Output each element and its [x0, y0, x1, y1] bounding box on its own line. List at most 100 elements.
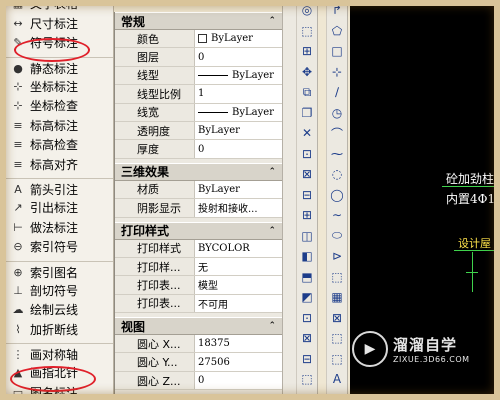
- toolbar-button-icon[interactable]: ⊠: [327, 308, 347, 329]
- tool-item[interactable]: ↔ 尺寸标注: [6, 14, 113, 34]
- toolbar-button-icon[interactable]: ⬚: [327, 267, 347, 288]
- toolbar-button-icon[interactable]: ◷: [327, 103, 347, 124]
- property-row[interactable]: 图层 0: [115, 48, 282, 67]
- property-row[interactable]: 打印样式 BYCOLOR: [115, 239, 282, 258]
- property-row[interactable]: 线型 ByLayer: [115, 66, 282, 86]
- toolbar-button-icon[interactable]: ⊞: [297, 205, 317, 226]
- toolbar-button-icon[interactable]: ◫: [297, 226, 317, 247]
- toolbar-button-icon[interactable]: ◎: [297, 0, 317, 21]
- tool-item[interactable]: A 箭头引注: [6, 178, 113, 198]
- toolbar-button-icon[interactable]: ◯: [327, 185, 347, 206]
- toolbar-button-icon[interactable]: ⬚: [327, 328, 347, 349]
- property-value[interactable]: 0: [195, 48, 282, 66]
- property-row[interactable]: 线宽 ByLayer: [115, 103, 282, 122]
- toolbar-button-icon[interactable]: ✕: [297, 123, 317, 144]
- toolbar-button-icon[interactable]: ✥: [297, 62, 317, 83]
- tool-item[interactable]: ⊥ 剖切符号: [6, 280, 113, 300]
- section-header-threed[interactable]: 三维效果 ⌃: [115, 162, 282, 181]
- toolbar-button-icon[interactable]: ↱: [327, 0, 347, 21]
- toolbar-button-icon[interactable]: ⊞: [297, 41, 317, 62]
- tool-item[interactable]: ✎ 符号标注: [6, 33, 113, 53]
- property-row[interactable]: 打印样... 无: [115, 257, 282, 277]
- tool-item[interactable]: ⊹ 坐标标注: [6, 76, 113, 96]
- property-value[interactable]: ByLayer: [195, 121, 282, 140]
- tool-item[interactable]: ≡ 标高检查: [6, 135, 113, 155]
- property-row[interactable]: 打印表... 不可用: [115, 294, 282, 314]
- tool-item[interactable]: ⌇ 加折断线: [6, 320, 113, 340]
- tool-item[interactable]: ↗ 引出标注: [6, 198, 113, 218]
- property-value[interactable]: ByLayer: [195, 180, 282, 199]
- tool-item[interactable]: ≡ 标高对齐: [6, 155, 113, 175]
- property-value[interactable]: ByLayer: [195, 66, 282, 85]
- toolbar-button-icon[interactable]: ⊠: [297, 328, 317, 349]
- property-row[interactable]: 打印表... 模型: [115, 276, 282, 295]
- toolbar-button-icon[interactable]: A: [327, 369, 347, 390]
- toolbar-button-icon[interactable]: ⊡: [297, 308, 317, 329]
- property-value[interactable]: ByLayer: [195, 30, 282, 48]
- toolbar-button-icon[interactable]: ⊳: [327, 246, 347, 267]
- collapse-icon[interactable]: ⌃: [268, 167, 276, 177]
- property-row[interactable]: 圆心 X... 18375: [115, 335, 282, 354]
- property-value[interactable]: 投射和接收...: [195, 199, 282, 217]
- toolbar-button-icon[interactable]: ∕: [327, 82, 347, 103]
- property-value[interactable]: 不可用: [195, 294, 282, 313]
- property-value[interactable]: 18375: [195, 335, 282, 353]
- toolbar-button-icon[interactable]: ⬚: [297, 369, 317, 390]
- property-value[interactable]: 0: [195, 140, 282, 158]
- toolbar-button-icon[interactable]: ⊠: [297, 164, 317, 185]
- toolbar-button-icon[interactable]: ◩: [297, 287, 317, 308]
- property-value[interactable]: 1: [195, 85, 282, 103]
- toolbar-button-icon[interactable]: ▦: [327, 287, 347, 308]
- property-row[interactable]: 线型比例 1: [115, 85, 282, 104]
- toolbar-button-icon[interactable]: ∼: [327, 205, 347, 226]
- toolbar-button-icon[interactable]: ⬚: [327, 349, 347, 370]
- toolbar-button-icon[interactable]: ⊡: [297, 144, 317, 165]
- toolbar-button-icon[interactable]: ⬒: [297, 267, 317, 288]
- toolbar-button-icon[interactable]: ⬚: [297, 21, 317, 42]
- toolbar-button-icon[interactable]: ⧉: [297, 82, 317, 103]
- section-header-general[interactable]: 常规 ⌃: [115, 12, 282, 30]
- property-row[interactable]: 颜色 ByLayer: [115, 30, 282, 49]
- toolbar-button-icon[interactable]: ◧: [297, 246, 317, 267]
- section-header-view[interactable]: 视图 ⌃: [115, 317, 282, 336]
- property-row[interactable]: 透明度 ByLayer: [115, 121, 282, 141]
- toolbar-button-icon[interactable]: ⬭: [327, 226, 347, 247]
- property-row[interactable]: 厚度 0: [115, 140, 282, 159]
- property-value[interactable]: 0: [195, 371, 282, 390]
- tool-item[interactable]: ⊹ 坐标检查: [6, 96, 113, 116]
- toolbar-button-icon[interactable]: ⌒: [327, 123, 347, 144]
- property-row[interactable]: 圆心 Z... 0: [115, 371, 282, 391]
- toolbar-button-icon[interactable]: □: [327, 41, 347, 62]
- toolbar-button-icon[interactable]: ▭: [297, 390, 317, 400]
- tool-item[interactable]: ⊕ 索引图名: [6, 260, 113, 281]
- property-row[interactable]: 圆心 Y... 27506: [115, 353, 282, 372]
- property-value[interactable]: 模型: [195, 276, 282, 294]
- toolbar-button-icon[interactable]: ❐: [297, 103, 317, 124]
- toolbar-button-icon[interactable]: ⬠: [327, 21, 347, 42]
- toolbar-button-icon[interactable]: ⊟: [297, 349, 317, 370]
- toolbar-button-icon[interactable]: ⊹: [327, 62, 347, 83]
- collapse-icon[interactable]: ⌃: [268, 16, 276, 26]
- property-row[interactable]: 材质 ByLayer: [115, 180, 282, 200]
- toolbar-button-icon[interactable]: ◌: [327, 164, 347, 185]
- tool-item[interactable]: ⋮ 画对称轴: [6, 343, 113, 363]
- property-value[interactable]: BYCOLOR: [195, 239, 282, 257]
- property-value[interactable]: 无: [195, 257, 282, 276]
- tool-item[interactable]: ▭ 图名标注: [6, 382, 113, 400]
- tool-item[interactable]: ⊢ 做法标注: [6, 218, 113, 238]
- toolbar-button-icon[interactable]: ⊟: [297, 185, 317, 206]
- toolbar-button-icon[interactable]: ⊥: [327, 390, 347, 400]
- section-header-plot[interactable]: 打印样式 ⌃: [115, 221, 282, 240]
- tool-item[interactable]: ≡ 标高标注: [6, 116, 113, 136]
- tool-item[interactable]: ▦ 文字表格: [6, 0, 113, 14]
- property-row[interactable]: 阴影显示 投射和接收...: [115, 199, 282, 218]
- collapse-icon[interactable]: ⌃: [268, 226, 276, 236]
- collapse-icon[interactable]: ⌃: [268, 321, 276, 331]
- tool-item[interactable]: ⊖ 索引符号: [6, 237, 113, 257]
- toolbar-button-icon[interactable]: ⁓: [327, 144, 347, 165]
- property-value[interactable]: ByLayer: [195, 103, 282, 121]
- property-value[interactable]: 27506: [195, 353, 282, 371]
- tool-item[interactable]: ▲ 画指北针: [6, 363, 113, 383]
- tool-item[interactable]: ● 静态标注: [6, 56, 113, 77]
- tool-item[interactable]: ☁ 绘制云线: [6, 300, 113, 320]
